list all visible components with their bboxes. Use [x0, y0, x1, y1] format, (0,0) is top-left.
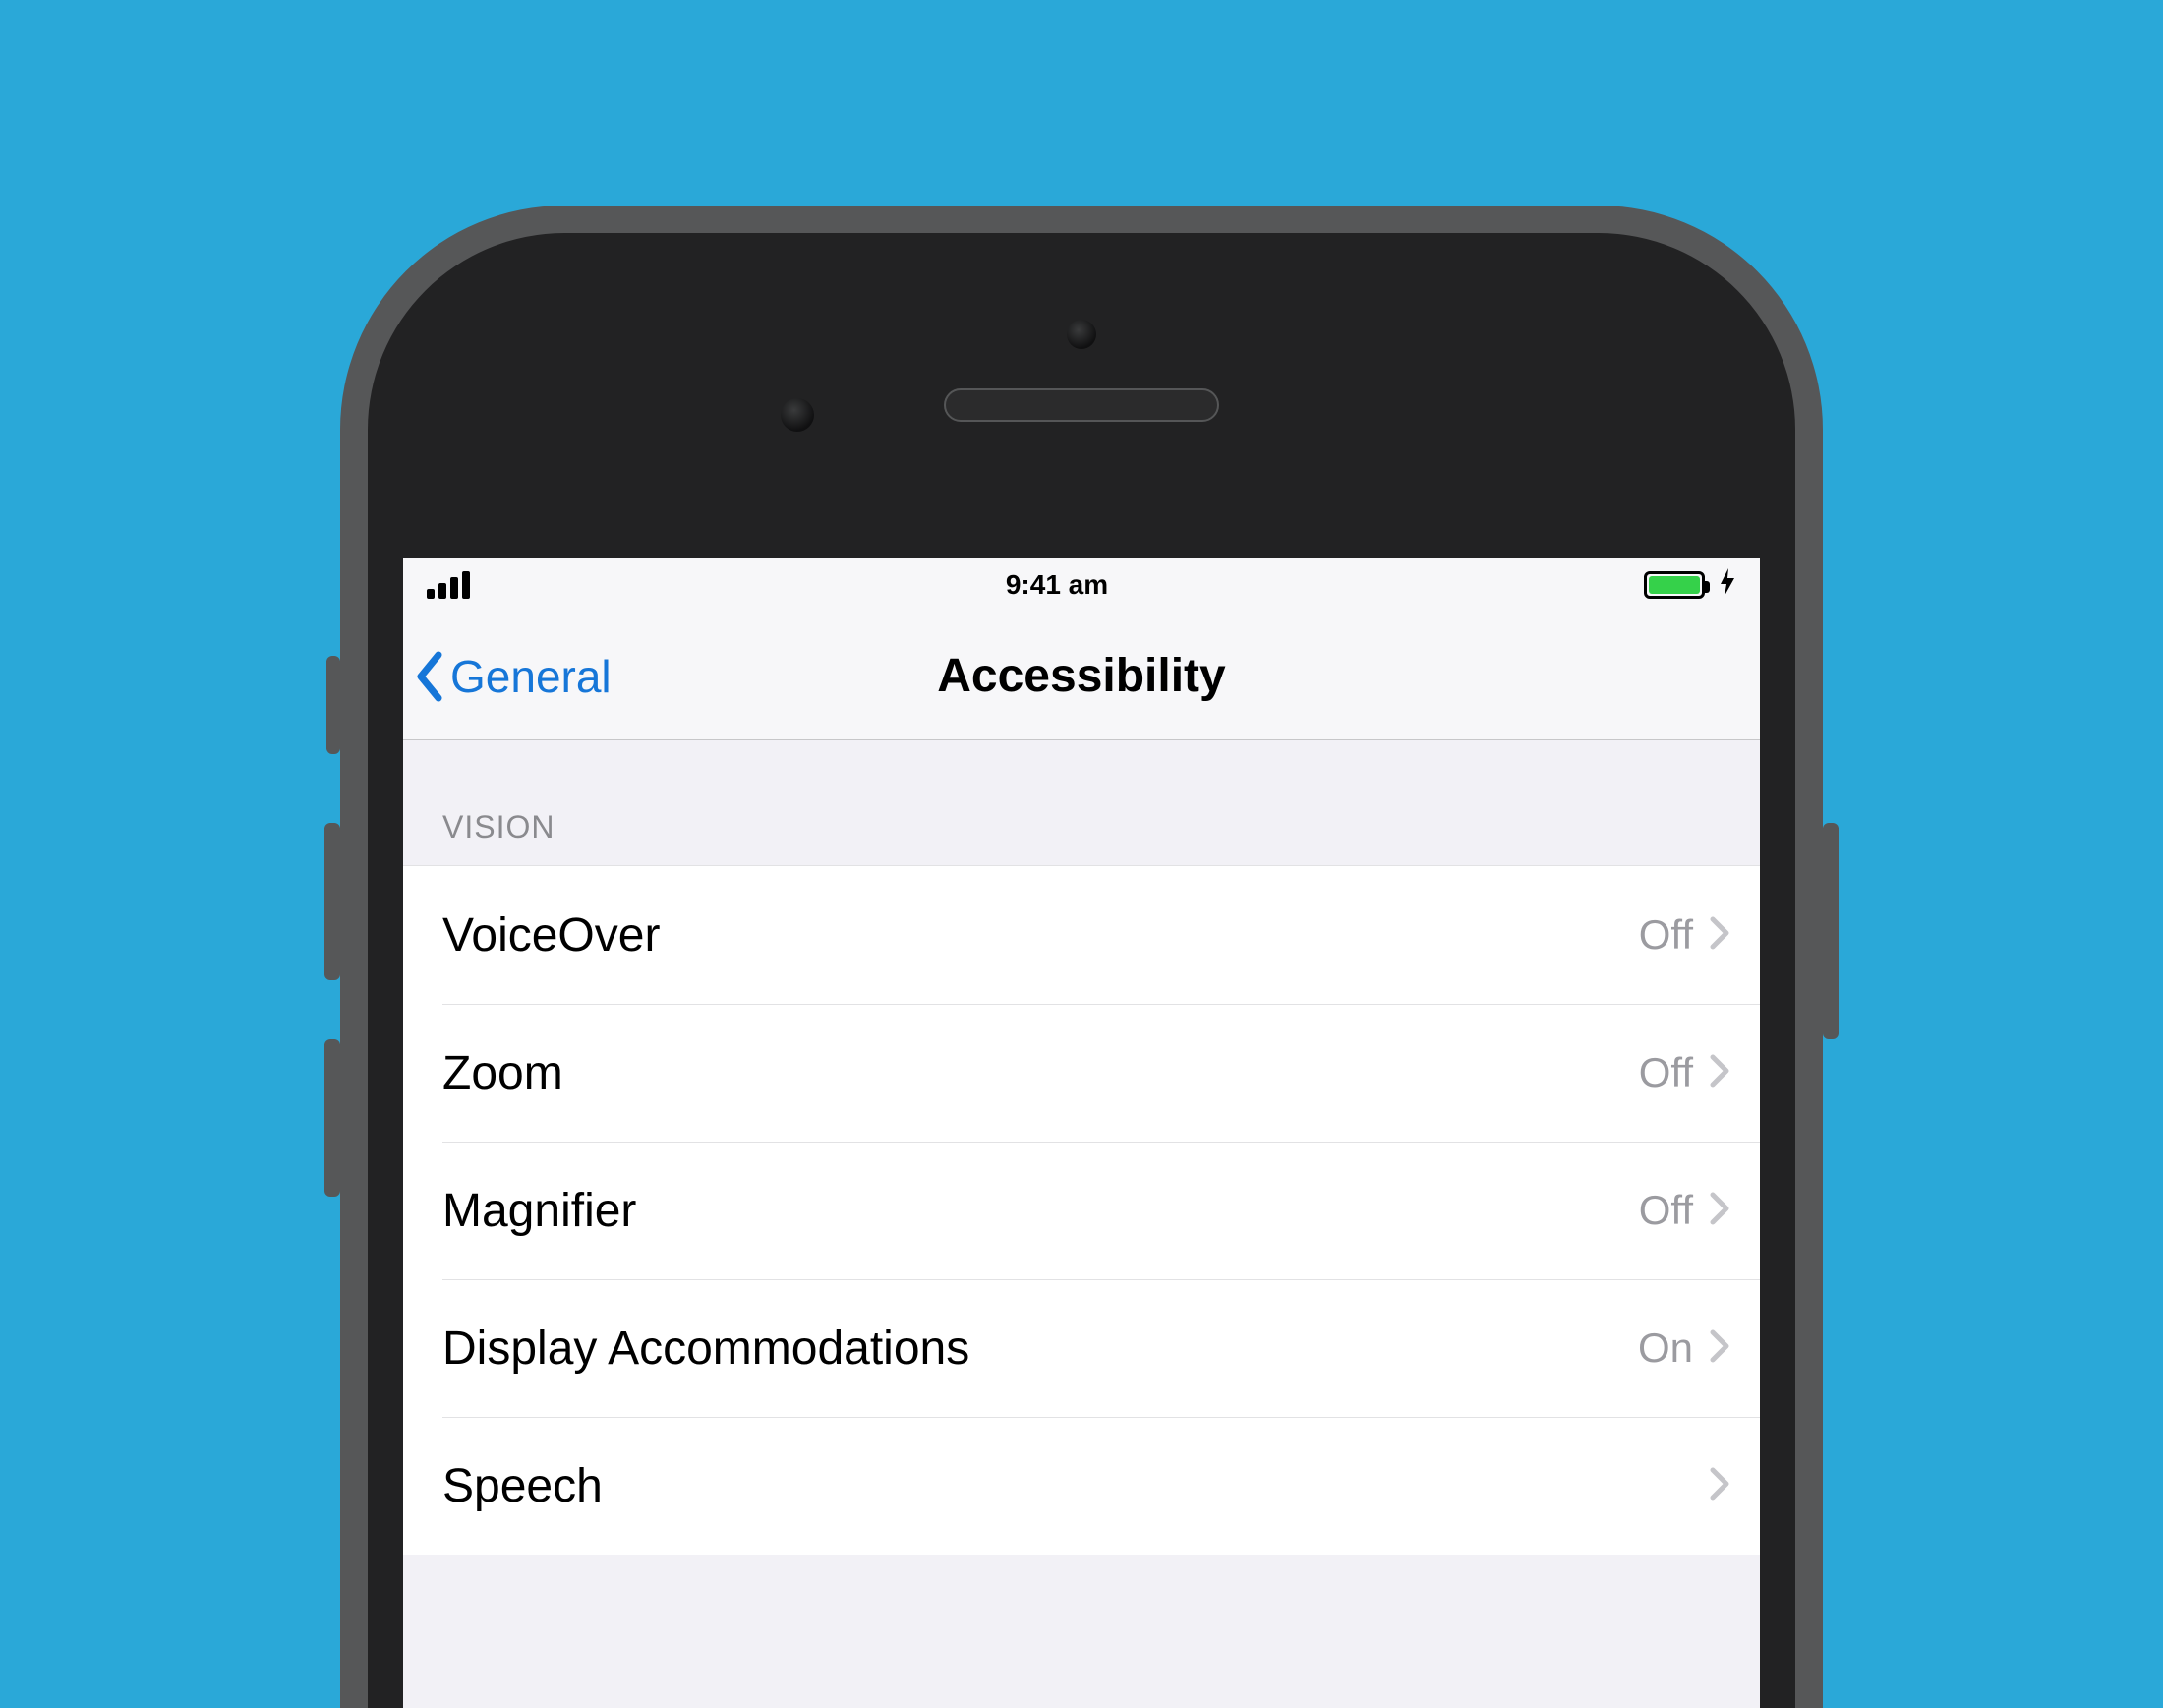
row-speech[interactable]: Speech	[403, 1417, 1760, 1555]
section-header-vision: VISION	[403, 740, 1760, 865]
row-value: Off	[1639, 912, 1693, 959]
volume-down-button	[324, 1039, 340, 1197]
back-button[interactable]: General	[413, 613, 612, 739]
mute-switch	[326, 656, 340, 754]
screen: 9:41 am General Accessibility VISION	[403, 558, 1760, 1708]
row-value: Off	[1639, 1187, 1693, 1234]
chevron-right-icon	[1709, 1191, 1730, 1231]
phone-frame: 9:41 am General Accessibility VISION	[368, 233, 1795, 1708]
status-time: 9:41 am	[1006, 569, 1108, 601]
chevron-right-icon	[1709, 1328, 1730, 1369]
navigation-bar: General Accessibility	[403, 613, 1760, 740]
charging-icon	[1719, 568, 1736, 603]
chevron-right-icon	[1709, 1053, 1730, 1093]
volume-up-button	[324, 823, 340, 980]
row-label: Zoom	[442, 1046, 563, 1100]
row-voiceover[interactable]: VoiceOver Off	[403, 866, 1760, 1004]
row-value: On	[1638, 1325, 1693, 1372]
chevron-right-icon	[1709, 1466, 1730, 1506]
row-label: Display Accommodations	[442, 1322, 969, 1376]
chevron-right-icon	[1709, 915, 1730, 956]
power-button	[1823, 823, 1839, 1039]
front-camera-icon	[1067, 320, 1096, 349]
row-display-accommodations[interactable]: Display Accommodations On	[403, 1279, 1760, 1417]
chevron-left-icon	[413, 651, 446, 702]
earpiece-speaker-icon	[944, 388, 1219, 422]
cellular-signal-icon	[427, 571, 470, 599]
back-label: General	[450, 650, 612, 703]
proximity-sensor-icon	[781, 398, 814, 432]
row-label: Speech	[442, 1459, 603, 1513]
status-bar: 9:41 am	[403, 558, 1760, 613]
page-title: Accessibility	[937, 649, 1225, 703]
row-label: Magnifier	[442, 1184, 636, 1238]
row-magnifier[interactable]: Magnifier Off	[403, 1142, 1760, 1279]
row-label: VoiceOver	[442, 909, 660, 963]
row-zoom[interactable]: Zoom Off	[403, 1004, 1760, 1142]
settings-list: VoiceOver Off Zoom Off Magni	[403, 865, 1760, 1555]
row-value: Off	[1639, 1049, 1693, 1096]
battery-icon	[1644, 571, 1705, 599]
